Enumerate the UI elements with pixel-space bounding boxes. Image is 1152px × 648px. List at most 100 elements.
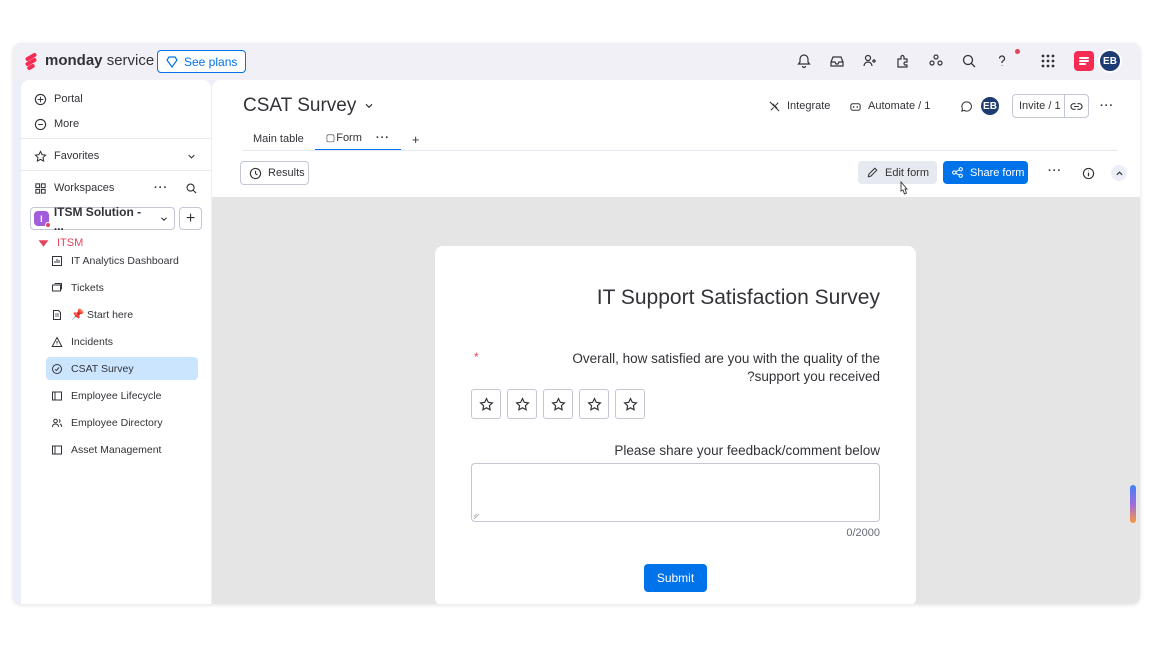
chevron-down-icon — [161, 216, 168, 221]
workspaces-grid-icon — [35, 182, 46, 194]
rating-star-3[interactable] — [543, 389, 573, 419]
portal-icon — [34, 93, 47, 105]
integrate-button[interactable]: Integrate — [768, 94, 830, 118]
help-notification-dot — [1015, 49, 1020, 54]
pencil-icon — [867, 167, 878, 178]
app-window: monday service See plans EB Portal More … — [13, 43, 1140, 604]
see-plans-button[interactable]: See plans — [157, 50, 247, 73]
diamond-icon — [166, 55, 178, 68]
results-button[interactable]: Results — [240, 161, 309, 185]
star-icon — [478, 396, 494, 411]
sidebar-label: More — [54, 118, 80, 130]
teams-icon[interactable] — [928, 53, 944, 69]
sidebar-label: Workspaces — [54, 182, 115, 194]
workspaces-search-icon[interactable] — [185, 182, 198, 195]
folder-label: ITSM — [57, 237, 84, 249]
submit-button[interactable]: Submit — [644, 564, 707, 592]
caret-down-icon — [38, 239, 49, 247]
chevron-down-icon — [365, 103, 373, 109]
help-icon[interactable] — [994, 53, 1010, 69]
product-switcher-icon[interactable] — [1074, 51, 1094, 71]
board-icon — [52, 445, 62, 454]
info-icon[interactable] — [1082, 167, 1095, 180]
rating-star-4[interactable] — [579, 389, 609, 419]
invite-button[interactable]: Invite / 1 — [1012, 94, 1089, 118]
sidebar-board-it-analytics-dashboard[interactable]: IT Analytics Dashboard — [46, 249, 198, 272]
sidebar-board-csat-survey[interactable]: CSAT Survey — [46, 357, 198, 380]
integrate-icon — [769, 100, 780, 112]
workspace-selector[interactable]: I ITSM Solution - ... — [30, 205, 175, 233]
board-label: Employee Directory — [71, 416, 163, 429]
tab-main-table[interactable]: Main table — [242, 127, 315, 151]
board-icon — [52, 391, 62, 400]
rating-star-2[interactable] — [507, 389, 537, 419]
tabs-divider — [242, 150, 1117, 151]
board-label: IT Analytics Dashboard — [71, 254, 179, 267]
resize-handle-icon[interactable] — [473, 513, 480, 520]
board-more-options-icon[interactable]: ··· — [1100, 94, 1114, 118]
sidebar-label: Portal — [54, 93, 83, 105]
chevron-down-icon — [188, 154, 195, 159]
share-icon — [952, 167, 963, 178]
share-form-button[interactable]: Share form — [943, 161, 1028, 184]
sidebar-label: Favorites — [54, 150, 100, 162]
character-counter: 0/2000 — [846, 527, 880, 539]
collapse-header-button[interactable] — [1111, 165, 1127, 181]
sidebar-item-workspaces[interactable]: Workspaces ··· — [34, 178, 198, 198]
app-switcher-grid-icon[interactable] — [1040, 53, 1056, 69]
form-card: IT Support Satisfaction Survey * Overall… — [435, 246, 916, 604]
board-title[interactable]: CSAT Survey — [243, 95, 375, 117]
sidebar-board-start-here[interactable]: 📌 Start here — [46, 303, 198, 326]
add-view-button[interactable]: + — [401, 127, 431, 151]
notifications-bell-icon[interactable] — [796, 53, 812, 69]
sidebar-divider — [21, 170, 211, 171]
see-plans-label: See plans — [184, 54, 238, 69]
people-icon — [52, 418, 63, 427]
invite-members-icon[interactable] — [862, 53, 878, 69]
board-label: Tickets — [71, 281, 104, 294]
feedback-textarea[interactable] — [471, 463, 880, 522]
star-icon — [550, 396, 566, 411]
form-more-options-icon[interactable]: ··· — [1048, 165, 1062, 177]
brand-name: monday service — [45, 52, 155, 69]
workspaces-more-icon[interactable]: ··· — [154, 182, 168, 194]
left-sidebar: Portal More Favorites Workspaces ··· I I… — [21, 80, 211, 604]
tab-form[interactable]: ▢ Form ··· — [314, 127, 401, 151]
brand-logo[interactable]: monday service — [24, 51, 155, 71]
board-label: CSAT Survey — [71, 362, 134, 375]
rating-star-5[interactable] — [615, 389, 645, 419]
sidebar-board-incidents[interactable]: Incidents — [46, 330, 198, 353]
tab-more-icon[interactable]: ··· — [376, 132, 390, 144]
doc-icon — [53, 309, 61, 320]
star-icon — [34, 149, 47, 162]
sidebar-item-favorites[interactable]: Favorites — [34, 146, 198, 166]
ai-assistant-indicator[interactable] — [1130, 485, 1136, 523]
star-icon — [622, 396, 638, 411]
search-icon[interactable] — [961, 53, 977, 69]
workspace-badge: I — [34, 211, 51, 228]
user-avatar[interactable]: EB — [1098, 49, 1122, 73]
board-label: 📌 Start here — [71, 309, 134, 321]
sidebar-board-asset-management[interactable]: Asset Management — [46, 438, 198, 461]
form-preview-canvas: IT Support Satisfaction Survey * Overall… — [212, 197, 1140, 604]
sidebar-board-tickets[interactable]: Tickets — [46, 276, 198, 299]
inbox-icon[interactable] — [829, 53, 845, 69]
updates-chat-icon[interactable] — [960, 94, 973, 118]
automate-button[interactable]: Automate / 1 — [849, 94, 930, 118]
sidebar-board-employee-directory[interactable]: Employee Directory — [46, 411, 198, 434]
board-view: CSAT Survey Integrate Automate / 1 EB In… — [212, 80, 1140, 604]
sidebar-board-employee-lifecycle[interactable]: Employee Lifecycle — [46, 384, 198, 407]
apps-marketplace-icon[interactable] — [895, 53, 911, 69]
add-workspace-item-button[interactable]: + — [179, 207, 202, 230]
copy-link-icon[interactable] — [1070, 100, 1083, 113]
board-owner-avatar[interactable]: EB — [979, 95, 1001, 117]
top-bar: monday service See plans EB — [13, 43, 1140, 80]
sidebar-item-more[interactable]: More — [34, 114, 79, 134]
tickets-icon — [52, 282, 62, 291]
rating-star-1[interactable] — [471, 389, 501, 419]
required-marker: * — [474, 350, 479, 364]
form-tab-icon: ▢ — [325, 132, 336, 144]
monday-logo-icon — [24, 51, 39, 71]
sidebar-item-portal[interactable]: Portal — [34, 89, 83, 109]
form-title: IT Support Satisfaction Survey — [596, 286, 880, 309]
